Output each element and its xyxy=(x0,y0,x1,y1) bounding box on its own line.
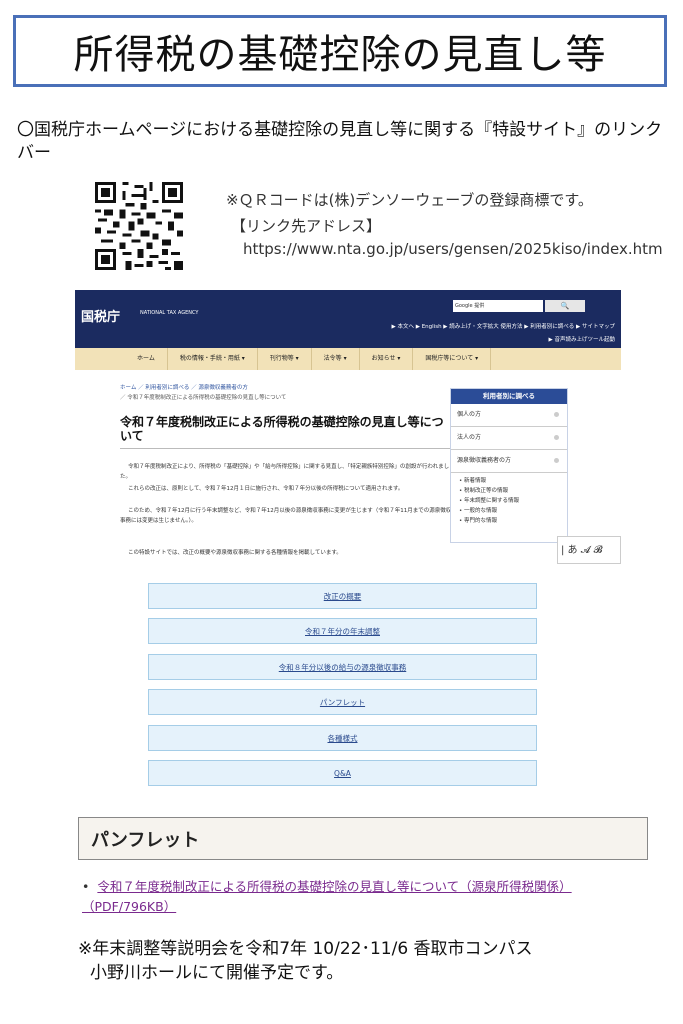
site-heading: 令和７年度税制改正による所得税の基礎控除の見直し等について xyxy=(120,415,450,449)
site-logo-sub: NATIONAL TAX AGENCY xyxy=(140,310,199,316)
site-nav-item: 刊行物等 ▾ xyxy=(258,348,312,370)
link-bar-label: 令和７年分の年末調整 xyxy=(305,626,380,636)
site-breadcrumb: ホーム ／ 利用者別に調べる ／ 源泉徴収義務者の方 xyxy=(120,385,248,391)
site-paragraph: これらの改正は、原則として、令和７年12月１日に施行され、令和７年分以後の所得税… xyxy=(128,486,404,492)
site-nav-item: お知らせ ▾ xyxy=(360,348,414,370)
site-nav: ホーム 税の情報・手続・用紙 ▾ 刊行物等 ▾ 法令等 ▾ お知らせ ▾ 国税庁… xyxy=(75,348,621,370)
site-paragraph: このため、令和７年12月に行う年末調整など、令和７年12月以後の源泉徴収事務に変… xyxy=(120,508,452,524)
link-bar-label: 令和８年分以後の給与の源泉徴収事務 xyxy=(278,662,407,672)
site-paragraph: 令和７年度税制改正により、所得税の「基礎控除」や「給与所得控除」に関する見直し、… xyxy=(120,464,450,480)
sidebar-list-item: • 新着情報 xyxy=(459,478,487,484)
site-search-input: Google 提供 xyxy=(453,300,543,312)
link-bar-pamphlet[interactable]: パンフレット xyxy=(148,689,537,715)
ime-toolbar: | あ 𝓐 𝓑 xyxy=(557,536,621,564)
site-nav-item: 法令等 ▾ xyxy=(312,348,360,370)
link-bar-forms[interactable]: 各種様式 xyxy=(148,725,537,751)
sidebar-row: 源泉徴収義務者の方 xyxy=(451,450,567,473)
dot-icon xyxy=(554,458,559,463)
link-bar-label: 改正の概要 xyxy=(323,591,362,601)
link-address-label: 【リンク先アドレス】 xyxy=(231,217,382,235)
sidebar-list-item: • 税制改正等の情報 xyxy=(459,488,509,494)
sidebar-row-label: 源泉徴収義務者の方 xyxy=(457,457,512,464)
sidebar-list-item: • 専門的な情報 xyxy=(459,518,498,524)
sidebar-list-item: • 一般的な情報 xyxy=(459,508,498,514)
sidebar-list: • 新着情報 • 税制改正等の情報 • 年末調整に関する情報 • 一般的な情報 … xyxy=(451,473,567,526)
link-bar-label: パンフレット xyxy=(319,697,366,707)
link-bar-qa[interactable]: Q&A xyxy=(148,760,537,786)
sidebar-row-label: 個人の方 xyxy=(457,411,482,418)
site-top-links-2: ▶ 音声読み上げツール起動 xyxy=(548,337,615,343)
sidebar-heading: 利用者別に調べる xyxy=(451,389,567,404)
link-url: https://www.nta.go.jp/users/gensen/2025k… xyxy=(243,240,663,258)
sidebar-row-label: 法人の方 xyxy=(457,434,482,441)
site-sidebar: 利用者別に調べる 個人の方 法人の方 源泉徴収義務者の方 • 新着情報 • 税制… xyxy=(450,388,568,543)
link-bar-label: Q&A xyxy=(334,768,351,778)
qr-trademark-note: ※ＱＲコードは(株)デンソーウェーブの登録商標です。 xyxy=(226,191,593,209)
sidebar-list-item: • 年末調整に関する情報 xyxy=(459,498,520,504)
qr-code-icon xyxy=(95,182,183,270)
link-bar-overview[interactable]: 改正の概要 xyxy=(148,583,537,609)
site-header: 国税庁 NATIONAL TAX AGENCY Google 提供 🔍 ▶ 本文… xyxy=(75,290,621,348)
sidebar-row: 個人の方 xyxy=(451,404,567,427)
nta-site-screenshot: 国税庁 NATIONAL TAX AGENCY Google 提供 🔍 ▶ 本文… xyxy=(75,290,621,595)
dot-icon xyxy=(554,412,559,417)
page-title: 所得税の基礎控除の見直し等 xyxy=(73,32,607,78)
site-nav-item: ホーム xyxy=(125,348,168,370)
notice-line-2: 小野川ホールにて開催予定です。 xyxy=(90,963,344,983)
dot-icon xyxy=(554,435,559,440)
pamphlet-heading: パンフレット xyxy=(91,830,200,851)
site-nav-item: 国税庁等について ▾ xyxy=(413,348,492,370)
site-nav-item: 税の情報・手続・用紙 ▾ xyxy=(168,348,258,370)
intro-text: 〇国税庁ホームページにおける基礎控除の見直し等に関する『特設サイト』のリンクバー xyxy=(17,120,663,163)
site-paragraph: この特設サイトでは、改正の概要や源泉徴収事務に関する各種情報を掲載しています。 xyxy=(128,550,342,556)
bullet-icon: • xyxy=(82,879,90,894)
notice-line-1: ※年末調整等説明会を令和7年 10/22･11/6 香取市コンパス xyxy=(78,939,533,959)
pamphlet-section-header: パンフレット xyxy=(78,817,648,860)
site-top-links: ▶ 本文へ ▶ English ▶ 読み上げ・文字拡大 使用方法 ▶ 利用者別に… xyxy=(391,324,616,330)
site-breadcrumb-current: ／ 令和７年度税制改正による所得税の基礎控除の見直し等について xyxy=(120,395,287,401)
pamphlet-pdf-link[interactable]: 令和７年度税制改正による所得税の基礎控除の見直し等について（源泉所得税関係）（P… xyxy=(82,879,572,914)
pamphlet-list-item: • 令和７年度税制改正による所得税の基礎控除の見直し等について（源泉所得税関係）（… xyxy=(82,877,622,917)
seminar-notice: ※年末調整等説明会を令和7年 10/22･11/6 香取市コンパス 小野川ホール… xyxy=(78,937,533,985)
link-bar-withholding[interactable]: 令和８年分以後の給与の源泉徴収事務 xyxy=(148,654,537,680)
sidebar-row: 法人の方 xyxy=(451,427,567,450)
link-bar-label: 各種様式 xyxy=(327,733,358,743)
link-bar-year-end-adjustment[interactable]: 令和７年分の年末調整 xyxy=(148,618,537,644)
search-icon: 🔍 xyxy=(545,300,585,312)
site-logo: 国税庁 xyxy=(81,310,121,325)
title-box: 所得税の基礎控除の見直し等 xyxy=(13,15,667,87)
